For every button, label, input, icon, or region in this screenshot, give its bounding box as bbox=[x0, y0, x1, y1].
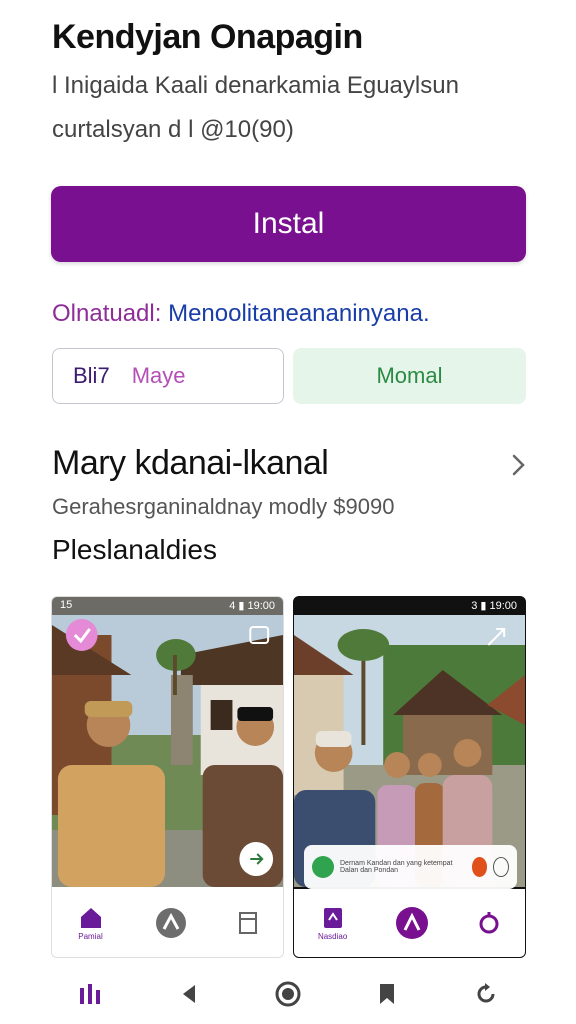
notice-text: Olnatuadl: Menoolitaneananinyana. bbox=[52, 300, 430, 328]
chip-part-1: Bli7 bbox=[73, 363, 110, 388]
app-screenshot-1[interactable]: 15 4 ▮ 19:00 Pamial bbox=[51, 596, 284, 958]
tab-home[interactable]: Pamial bbox=[78, 906, 104, 941]
photo-scene bbox=[52, 615, 283, 887]
tab-camera[interactable] bbox=[155, 907, 187, 939]
shield-icon bbox=[312, 856, 334, 878]
notice-lead: Olnatuadl: bbox=[52, 300, 162, 327]
screenshots-label: Pleslanaldies bbox=[52, 534, 217, 565]
app-screenshot-2[interactable]: 3 ▮ 19:00 Dernam Kandan dan yang ketempa… bbox=[293, 596, 526, 958]
tab-edit[interactable] bbox=[395, 906, 429, 940]
tab-search[interactable] bbox=[477, 910, 501, 936]
app-title: Kendyjan Onapagin bbox=[52, 18, 363, 56]
bottom-tab-bar: Pamial bbox=[52, 889, 283, 957]
nav-recents-button[interactable] bbox=[70, 974, 110, 1014]
filter-chip-outline[interactable]: Bli7 Maye bbox=[52, 348, 284, 404]
bottom-tab-bar: Nasdiao bbox=[294, 889, 525, 957]
bookmark-icon bbox=[238, 912, 257, 934]
filter-chip-filled[interactable]: Momal bbox=[293, 348, 526, 404]
tab-book[interactable]: Nasdiao bbox=[318, 906, 347, 941]
home-icon bbox=[80, 907, 101, 928]
chip-part-2: Maye bbox=[131, 363, 186, 388]
nav-refresh-button[interactable] bbox=[466, 974, 506, 1014]
section-title[interactable]: Mary kdanai-lkanal bbox=[52, 444, 329, 483]
promo-text: Dernam Kandan dan yang ketempat Dalan da… bbox=[340, 860, 453, 874]
tab-label: Nasdiao bbox=[317, 931, 348, 941]
chevron-right-icon[interactable] bbox=[506, 450, 530, 480]
status-right: 4 ▮ 19:00 bbox=[229, 600, 275, 612]
status-left: 15 bbox=[60, 599, 73, 611]
system-nav-bar bbox=[0, 964, 576, 1024]
notice-body: Menoolitaneananinyana. bbox=[161, 300, 430, 327]
settings-icon bbox=[493, 857, 509, 877]
promo-card[interactable]: Dernam Kandan dan yang ketempat Dalan da… bbox=[304, 845, 517, 889]
nav-back-button[interactable] bbox=[169, 974, 209, 1014]
nav-bookmark-button[interactable] bbox=[367, 974, 407, 1014]
app-meta: curtalsyan d l @10(90) bbox=[52, 116, 294, 143]
back-icon bbox=[182, 985, 195, 1003]
book-icon bbox=[323, 907, 342, 928]
status-right: 3 ▮ 19:00 bbox=[471, 600, 517, 612]
section-subtitle: Gerahesrganinaldnay modly $9090 bbox=[52, 494, 395, 519]
status-bar: 15 4 ▮ 19:00 bbox=[52, 597, 283, 615]
developer-name: l Inigaida Kaali denarkamia Eguaylsun bbox=[52, 72, 459, 99]
bookmark-icon bbox=[380, 984, 395, 1004]
camera-icon bbox=[155, 908, 186, 938]
alert-icon bbox=[471, 857, 488, 877]
search-icon bbox=[479, 912, 499, 934]
tab-label: Pamial bbox=[78, 931, 103, 941]
nav-home-button[interactable] bbox=[268, 974, 308, 1014]
tab-bookmark[interactable] bbox=[238, 911, 258, 935]
edit-icon bbox=[396, 907, 429, 939]
refresh-icon bbox=[477, 983, 495, 1003]
install-button[interactable]: Instal bbox=[51, 186, 526, 262]
bars-icon bbox=[79, 984, 100, 1004]
status-bar: 3 ▮ 19:00 bbox=[294, 597, 525, 615]
home-circle-icon bbox=[275, 981, 301, 1007]
